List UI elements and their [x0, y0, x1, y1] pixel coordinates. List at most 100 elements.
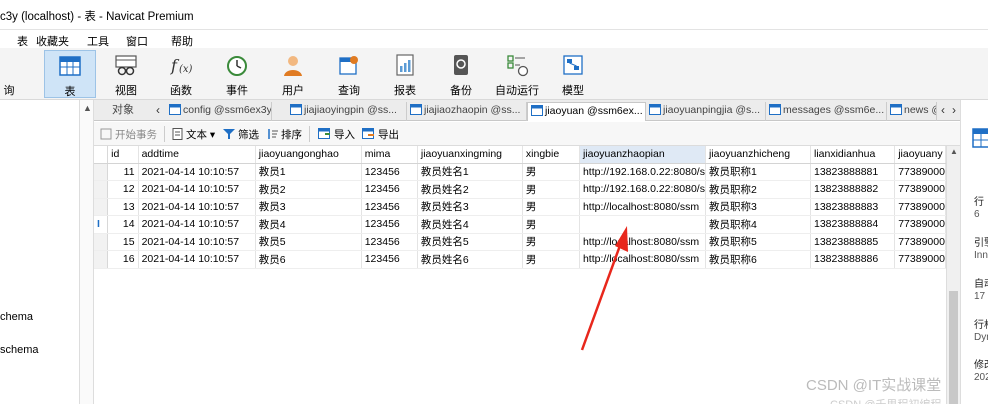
table-cell[interactable]: 123456: [361, 250, 418, 269]
table-cell[interactable]: 教员姓名6: [417, 250, 523, 269]
table-cell[interactable]: 13823888886: [810, 250, 896, 269]
table-cell[interactable]: 教员职称2: [705, 180, 812, 199]
toolbar-table-button[interactable]: 表: [44, 50, 96, 98]
menu-favorites[interactable]: 收藏夹: [36, 33, 69, 49]
table-cell[interactable]: 13823888884: [810, 215, 896, 234]
tab-scroll-left-icon[interactable]: ‹: [152, 102, 164, 119]
table-cell[interactable]: 教员姓名2: [417, 180, 523, 199]
table-cell[interactable]: 教员6: [255, 250, 362, 269]
table-cell[interactable]: 123456: [361, 180, 418, 199]
table-cell[interactable]: 123456: [361, 233, 418, 251]
table-cell[interactable]: 123456: [361, 215, 418, 234]
scroll-up-icon[interactable]: ▲: [950, 147, 958, 156]
toolbar-user-button[interactable]: 用户: [267, 50, 319, 98]
toolbar-view-button[interactable]: 视图: [100, 50, 152, 98]
tree-item-schema[interactable]: chema: [0, 311, 33, 323]
table-cell[interactable]: 教员职称3: [705, 198, 812, 216]
table-cell[interactable]: 教员职称4: [705, 215, 812, 234]
table-cell[interactable]: 14: [107, 215, 139, 234]
table-cell[interactable]: 77389000: [894, 163, 946, 181]
filter-button[interactable]: 筛选: [223, 127, 259, 142]
import-button[interactable]: 导入: [318, 127, 355, 142]
table-cell[interactable]: 教员2: [255, 180, 362, 199]
sort-button[interactable]: 排序: [266, 127, 302, 142]
column-header[interactable]: jiaoyuanzhicheng: [705, 146, 812, 164]
text-button[interactable]: 文本 ▾: [172, 127, 215, 142]
row-indicator[interactable]: [94, 180, 109, 199]
row-indicator[interactable]: [94, 163, 109, 181]
column-header[interactable]: jiaoyuanxingming: [417, 146, 523, 164]
table-row[interactable]: 13 2021-04-14 10:10:57 教员3 123456 教员姓名3 男 http…: [94, 198, 946, 216]
menu-window[interactable]: 窗口: [126, 33, 148, 49]
toolbar-query-button[interactable]: 查询: [323, 50, 375, 98]
row-indicator[interactable]: [94, 233, 109, 251]
table-cell[interactable]: 123456: [361, 198, 418, 216]
table-cell[interactable]: 教员5: [255, 233, 362, 251]
tab-jiajiaozhaopin[interactable]: jiajiaozhaopin @ss...: [407, 102, 527, 121]
export-button[interactable]: 导出: [362, 127, 399, 142]
tab-jiajiaoyingpin[interactable]: jiajiaoyingpin @ss...: [287, 102, 407, 121]
table-cell[interactable]: 13823888883: [810, 198, 896, 216]
scrollbar-thumb[interactable]: [949, 291, 958, 404]
tab-objects[interactable]: 对象: [94, 102, 152, 121]
table-cell[interactable]: 13823888882: [810, 180, 896, 199]
table-cell[interactable]: 2021-04-14 10:10:57: [138, 180, 256, 199]
table-cell[interactable]: 教员姓名1: [417, 163, 523, 181]
table-cell[interactable]: 教员职称5: [705, 233, 812, 251]
tab-config[interactable]: config @ssm6ex3y ...: [166, 102, 272, 121]
toolbar-event-button[interactable]: 事件: [211, 50, 263, 98]
table-cell[interactable]: 123456: [361, 163, 418, 181]
tab-messages[interactable]: messages @ssm6e...: [766, 102, 887, 121]
tab-scroll-right-icon[interactable]: ›: [948, 102, 960, 119]
column-header[interactable]: id: [107, 146, 139, 164]
table-cell[interactable]: 2021-04-14 10:10:57: [138, 233, 256, 251]
menu-tools[interactable]: 工具: [87, 33, 109, 49]
table-cell[interactable]: 13823888885: [810, 233, 896, 251]
toolbar-model-button[interactable]: 模型: [547, 50, 599, 98]
table-row[interactable]: 11 2021-04-14 10:10:57 教员1 123456 教员姓名1 男 http…: [94, 163, 946, 181]
table-cell[interactable]: 教员职称6: [705, 250, 812, 269]
table-cell[interactable]: http://192.168.0.22:8080/s: [579, 180, 706, 199]
table-row[interactable]: 15 2021-04-14 10:10:57 教员5 123456 教员姓名5 男 http…: [94, 233, 946, 251]
toolbar-function-button[interactable]: f (x) 函数: [155, 50, 207, 98]
table-cell[interactable]: 13: [107, 198, 139, 216]
table-cell[interactable]: http://localhost:8080/ssm: [579, 198, 706, 216]
collapse-arrow-icon[interactable]: ▲: [83, 103, 92, 113]
column-header[interactable]: xingbie: [522, 146, 580, 164]
column-header[interactable]: jiaoyuangonghao: [255, 146, 362, 164]
table-cell[interactable]: 77389000: [894, 250, 946, 269]
tab-jiaoyuan-active[interactable]: jiaoyuan @ssm6ex...: [527, 102, 646, 121]
column-header[interactable]: lianxidianhua: [810, 146, 896, 164]
row-indicator[interactable]: [94, 250, 109, 269]
column-header-selected[interactable]: jiaoyuanzhaopian: [579, 146, 706, 164]
table-cell[interactable]: 2021-04-14 10:10:57: [138, 198, 256, 216]
table-row[interactable]: 12 2021-04-14 10:10:57 教员2 123456 教员姓名2 男 http…: [94, 180, 946, 199]
table-cell[interactable]: 教员3: [255, 198, 362, 216]
table-cell[interactable]: 77389000: [894, 233, 946, 251]
table-row[interactable]: 16 2021-04-14 10:10:57 教员6 123456 教员姓名6 男 http…: [94, 250, 946, 269]
table-cell[interactable]: http://192.168.0.22:8080/s: [579, 163, 706, 181]
table-cell[interactable]: 77389000: [894, 215, 946, 234]
table-cell[interactable]: 教员姓名5: [417, 233, 523, 251]
vertical-scrollbar[interactable]: ▲: [946, 146, 960, 404]
table-cell[interactable]: 男: [522, 163, 580, 181]
column-header[interactable]: jiaoyuany: [894, 146, 946, 164]
column-header[interactable]: mima: [361, 146, 418, 164]
table-cell[interactable]: 教员姓名4: [417, 215, 523, 234]
tab-news[interactable]: news @s: [887, 102, 937, 121]
table-cell[interactable]: 16: [107, 250, 139, 269]
table-cell[interactable]: 教员职称1: [705, 163, 812, 181]
table-cell[interactable]: 教员姓名3: [417, 198, 523, 216]
table-cell[interactable]: 2021-04-14 10:10:57: [138, 215, 256, 234]
table-cell[interactable]: 77389000: [894, 198, 946, 216]
tree-item-schema-2[interactable]: schema: [0, 344, 39, 356]
table-row[interactable]: I 14 2021-04-14 10:10:57 教员4 123456 教员姓名4 男 htt…: [94, 215, 946, 234]
table-cell[interactable]: 2021-04-14 10:10:57: [138, 163, 256, 181]
row-indicator[interactable]: [94, 198, 109, 216]
toolbar-report-button[interactable]: 报表: [379, 50, 431, 98]
table-cell[interactable]: 77389000: [894, 180, 946, 199]
table-cell[interactable]: 教员1: [255, 163, 362, 181]
column-header[interactable]: addtime: [138, 146, 256, 164]
toolbar-query-partial[interactable]: 询: [0, 50, 18, 98]
toolbar-automation-button[interactable]: 自动运行: [491, 50, 543, 98]
